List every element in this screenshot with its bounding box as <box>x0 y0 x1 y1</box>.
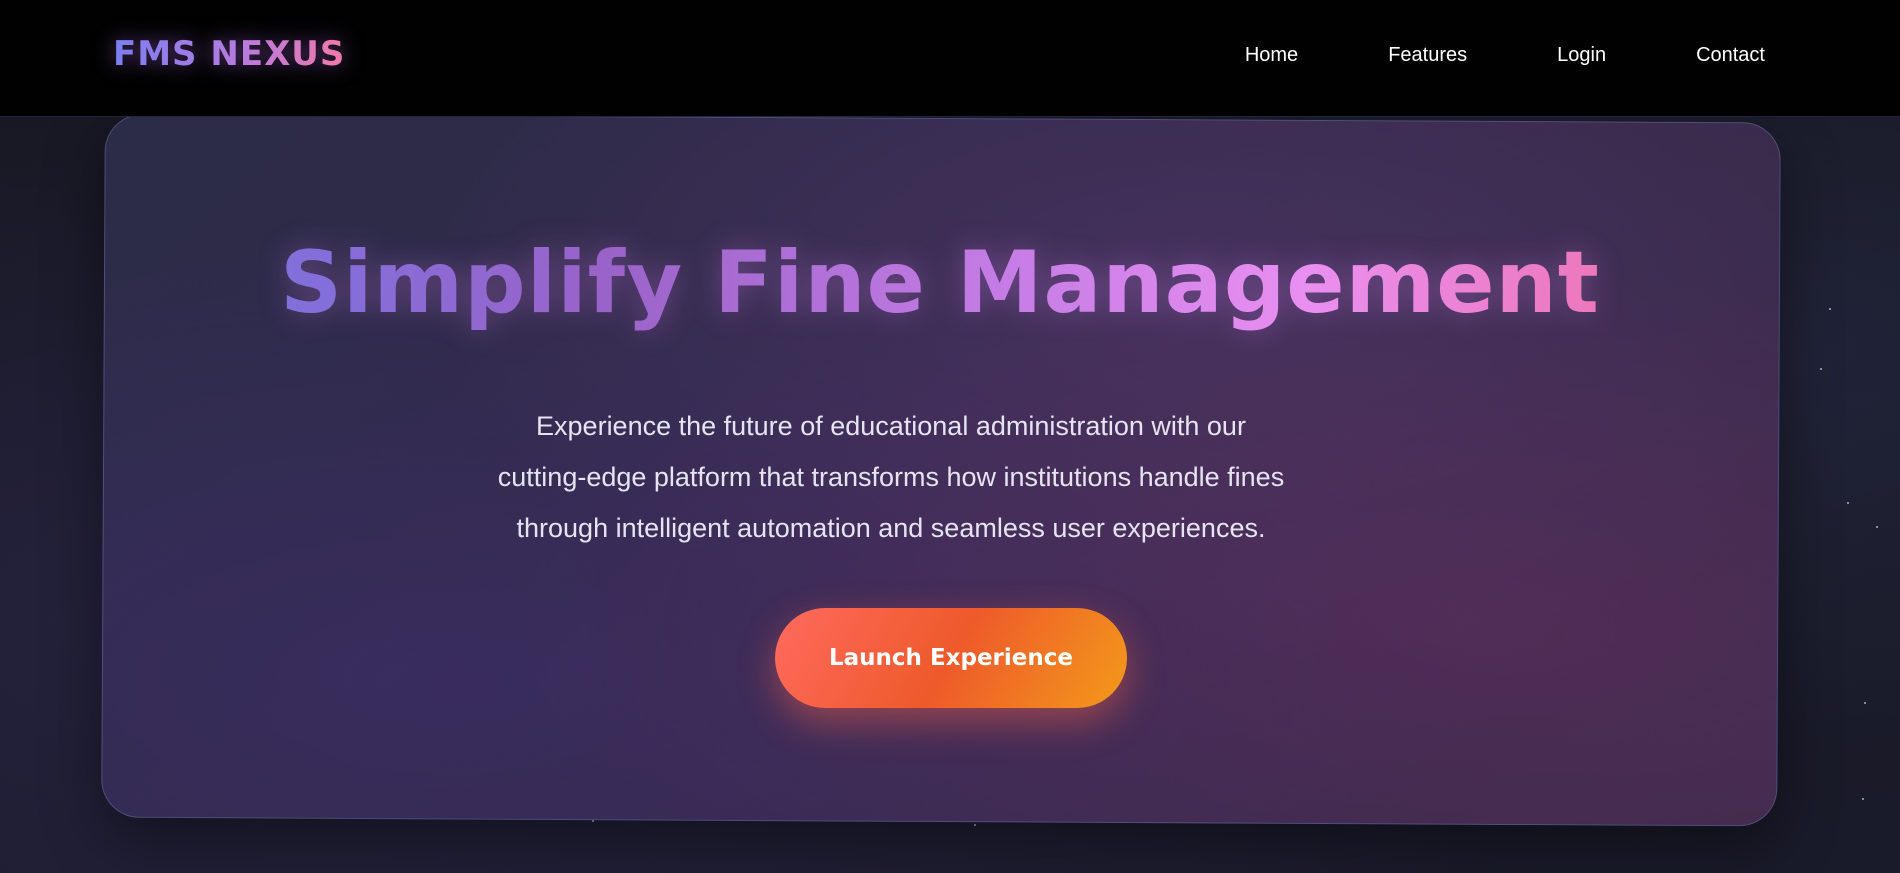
launch-experience-button[interactable]: Launch Experience <box>775 608 1127 708</box>
hero-description-line: through intelligent automation and seaml… <box>516 513 1266 543</box>
nav-link-features[interactable]: Features <box>1388 44 1467 67</box>
hero-description-line: Experience the future of educational adm… <box>536 411 1246 441</box>
star-decoration <box>974 824 976 826</box>
hero-title: Simplify Fine Management <box>103 233 1777 333</box>
page: FMS NEXUS Home Features Login Contact Si… <box>0 0 1900 873</box>
star-decoration <box>1876 526 1878 528</box>
star-decoration <box>1862 798 1864 800</box>
star-decoration <box>1829 308 1831 310</box>
nav-link-login[interactable]: Login <box>1557 44 1606 67</box>
nav-links: Home Features Login Contact <box>1155 44 1765 67</box>
top-navbar: FMS NEXUS Home Features Login Contact <box>0 0 1900 117</box>
nav-link-contact[interactable]: Contact <box>1696 44 1765 67</box>
hero-description: Experience the future of educational adm… <box>441 401 1341 554</box>
star-decoration <box>1820 368 1822 370</box>
nav-link-home[interactable]: Home <box>1245 44 1298 67</box>
hero-description-line: cutting-edge platform that transforms ho… <box>497 462 1285 492</box>
star-decoration <box>1847 502 1849 504</box>
brand-logo[interactable]: FMS NEXUS <box>113 34 345 74</box>
star-decoration <box>592 820 594 822</box>
star-decoration <box>1864 702 1866 704</box>
hero-section: Simplify Fine Management Experience the … <box>103 118 1777 820</box>
